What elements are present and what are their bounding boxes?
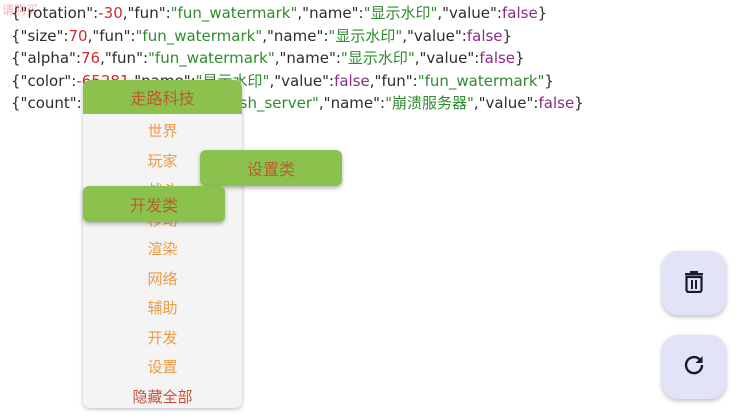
- json-token: }: [537, 4, 548, 22]
- json-token: value: [413, 26, 455, 45]
- json-token: value: [281, 71, 323, 90]
- json-token: "显示水印": [340, 49, 415, 67]
- menu-item-develop[interactable]: 开发: [83, 323, 242, 353]
- json-token: ":: [490, 4, 502, 22]
- json-token: ":: [136, 49, 149, 67]
- json-token: fun: [381, 71, 406, 90]
- json-token: false: [479, 49, 516, 67]
- json-token: name: [330, 94, 374, 112]
- json-token: "fun_watermark": [417, 71, 545, 90]
- json-token: ,": [262, 26, 274, 45]
- json-token: ,": [100, 49, 112, 67]
- json-token: "显示水印": [328, 26, 403, 45]
- menu-item-settings[interactable]: 设置: [83, 352, 242, 382]
- json-token: ,": [437, 4, 450, 22]
- json-token: name: [286, 49, 329, 67]
- json-token: ":: [69, 94, 82, 112]
- json-token: false: [466, 26, 503, 45]
- json-token: ,": [297, 4, 310, 22]
- json-token: value: [449, 4, 491, 22]
- json-token: "fun_watermark": [170, 4, 298, 22]
- json-token: ":: [373, 94, 386, 112]
- menu-item-network[interactable]: 网络: [83, 264, 242, 294]
- json-token: 70: [68, 26, 88, 45]
- json-token: {": [11, 94, 28, 112]
- json-token: "崩溃服务器": [385, 94, 474, 112]
- json-token: {": [11, 49, 28, 67]
- json-token: value: [426, 49, 468, 67]
- settings-category-button[interactable]: 设置类: [200, 150, 342, 186]
- json-token: ,": [318, 94, 331, 112]
- json-token: ":: [322, 71, 335, 90]
- json-token: alpha: [27, 49, 70, 67]
- json-token: rotation: [27, 4, 87, 22]
- menu-title[interactable]: 走路科技: [83, 80, 242, 114]
- json-token: false: [334, 71, 370, 90]
- json-token: color: [27, 71, 65, 90]
- json-token: "fun_watermark": [135, 26, 263, 45]
- json-token: fun: [99, 26, 124, 45]
- json-token: ":: [454, 26, 467, 45]
- json-token: ,": [473, 94, 486, 112]
- json-token: false: [538, 94, 575, 112]
- json-token: }: [502, 26, 513, 45]
- json-token: "显示水印": [363, 4, 438, 22]
- json-token: name: [309, 4, 352, 22]
- json-token: {": [11, 26, 28, 45]
- json-token: ":: [351, 4, 364, 22]
- json-token: count: [27, 94, 70, 112]
- developer-category-button[interactable]: 开发类: [83, 186, 225, 222]
- json-token: ,": [414, 49, 427, 67]
- json-token: fun: [111, 49, 137, 67]
- refresh-icon: [682, 353, 706, 381]
- json-token: 76: [81, 49, 101, 67]
- json-line-alpha: {"alpha":76,"fun":"fun_watermark","name"…: [11, 47, 584, 70]
- json-token: ":: [158, 4, 171, 22]
- json-token: {": [11, 71, 28, 90]
- json-line-size: {"size":70,"fun":"fun_watermark","name":…: [11, 25, 584, 48]
- trash-icon: [683, 269, 705, 297]
- json-token: size: [27, 26, 57, 45]
- json-token: value: [485, 94, 527, 112]
- json-token: ,": [87, 26, 100, 45]
- json-token: }: [515, 49, 525, 67]
- hide-all-button[interactable]: 隐藏全部: [83, 382, 242, 409]
- json-token: ,": [402, 26, 414, 45]
- json-token: ":: [328, 49, 341, 67]
- json-token: ,": [122, 4, 135, 22]
- json-line-rotation: {"rotation":-30,"fun":"fun_watermark","n…: [11, 2, 584, 25]
- json-token: ,": [274, 49, 287, 67]
- json-token: ":: [123, 26, 136, 45]
- json-token: ":: [69, 49, 81, 67]
- json-token: }: [574, 94, 584, 112]
- json-token: {": [11, 4, 28, 22]
- menu-item-render[interactable]: 渲染: [83, 234, 242, 264]
- json-token: ":: [64, 71, 77, 90]
- json-token: "fun_watermark": [148, 49, 275, 67]
- json-token: ":: [86, 4, 99, 22]
- json-token: false: [501, 4, 538, 22]
- json-token: ":: [56, 26, 69, 45]
- json-token: ":: [316, 26, 329, 45]
- json-token: }: [544, 71, 554, 90]
- json-token: ,": [369, 71, 382, 90]
- json-token: ":: [526, 94, 539, 112]
- menu-item-assist[interactable]: 辅助: [83, 293, 242, 323]
- json-token: name: [273, 26, 317, 45]
- walk-tech-menu: 走路科技 世界 玩家 战斗 移动 渲染 网络 辅助 开发 设置 隐藏全部: [83, 80, 242, 408]
- delete-button[interactable]: [662, 251, 726, 315]
- refresh-button[interactable]: [662, 335, 726, 399]
- json-token: -30: [98, 4, 123, 22]
- json-token: ":: [467, 49, 480, 67]
- menu-item-world[interactable]: 世界: [83, 116, 242, 146]
- json-token: ":: [405, 71, 418, 90]
- json-token: ,": [269, 71, 282, 90]
- json-token: fun: [134, 4, 159, 22]
